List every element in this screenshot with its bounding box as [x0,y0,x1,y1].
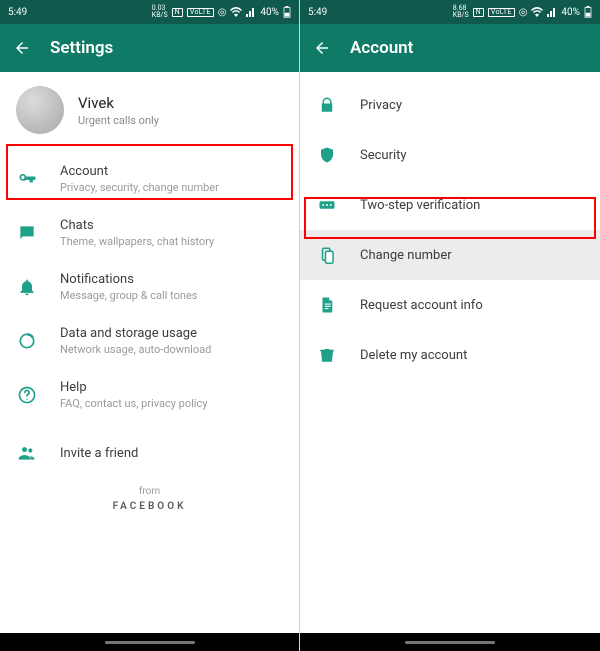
account-item-two-step[interactable]: Two-step verification [300,180,600,230]
item-subtitle: Message, group & call tones [60,289,197,302]
document-icon [316,294,338,316]
account-item-privacy[interactable]: Privacy [300,80,600,130]
status-kbps: 0.03KB/S [152,5,168,19]
item-title: Privacy [360,98,402,113]
item-subtitle: Theme, wallpapers, chat history [60,235,214,248]
item-subtitle: FAQ, contact us, privacy policy [60,397,207,410]
footer-brand: FACEBOOK [0,501,299,512]
wifi-icon [230,7,242,17]
battery-pct: 40% [260,7,279,18]
status-bar: 5:49 0.03KB/S N VoLTE ◎ 40% [0,0,299,24]
shield-icon [316,144,338,166]
item-title: Help [60,380,207,395]
item-title: Invite a friend [60,446,138,461]
item-title: Delete my account [360,348,467,363]
item-title: Notifications [60,272,197,287]
status-bar: 5:49 8.68KB/S N VoLTE ◎ 40% [300,0,600,24]
signal-icon [246,7,256,17]
item-title: Request account info [360,298,483,313]
key-icon [16,168,38,190]
status-kbps: 8.68KB/S [453,5,469,19]
settings-item-chats[interactable]: Chats Theme, wallpapers, chat history [0,206,299,260]
account-item-delete[interactable]: Delete my account [300,330,600,380]
battery-icon [584,6,592,18]
app-bar: Settings [0,24,299,72]
settings-item-notifications[interactable]: Notifications Message, group & call tone… [0,260,299,314]
back-button[interactable] [12,38,32,58]
settings-item-account[interactable]: Account Privacy, security, change number [0,152,299,206]
battery-pct: 40% [561,7,580,18]
phone-account: 5:49 8.68KB/S N VoLTE ◎ 40% [300,0,600,651]
item-title: Data and storage usage [60,326,211,341]
account-item-request-info[interactable]: Request account info [300,280,600,330]
item-title: Account [60,164,219,179]
people-icon [16,442,38,464]
nfc-icon: N [473,8,484,17]
footer-from: from [0,486,299,497]
profile-subtitle: Urgent calls only [78,114,159,127]
help-icon [16,384,38,406]
nav-bar[interactable] [0,633,299,651]
signal-icon [547,7,557,17]
profile-row[interactable]: Vivek Urgent calls only [0,72,299,152]
page-title: Account [350,38,413,58]
status-time: 5:49 [8,7,27,18]
item-title: Security [360,148,407,163]
app-bar: Account [300,24,600,72]
sim-swap-icon [316,244,338,266]
nfc-icon: N [172,8,183,17]
volte-icon: VoLTE [488,8,515,17]
account-item-change-number[interactable]: Change number [300,230,600,280]
account-item-security[interactable]: Security [300,130,600,180]
profile-name: Vivek [78,94,159,112]
lock-icon [316,94,338,116]
phone-settings: 5:49 0.03KB/S N VoLTE ◎ 40% [0,0,300,651]
volte-icon: VoLTE [187,8,214,17]
trash-icon [316,344,338,366]
settings-item-help[interactable]: Help FAQ, contact us, privacy policy [0,368,299,422]
settings-item-invite[interactable]: Invite a friend [0,428,299,478]
bell-icon [16,276,38,298]
avatar [16,86,64,134]
item-title: Change number [360,248,452,263]
settings-item-data-storage[interactable]: Data and storage usage Network usage, au… [0,314,299,368]
footer: from FACEBOOK [0,486,299,512]
item-title: Chats [60,218,214,233]
wifi-icon [531,7,543,17]
item-subtitle: Network usage, auto-download [60,343,211,356]
item-subtitle: Privacy, security, change number [60,181,219,194]
status-time: 5:49 [308,7,327,18]
page-title: Settings [50,38,113,58]
dnd-vibrate-icon: ◎ [218,7,227,18]
nav-bar[interactable] [300,633,600,651]
pin-icon [316,194,338,216]
battery-icon [283,6,291,18]
data-usage-icon [16,330,38,352]
chat-icon [16,222,38,244]
back-button[interactable] [312,38,332,58]
dnd-vibrate-icon: ◎ [519,7,528,18]
item-title: Two-step verification [360,198,480,213]
